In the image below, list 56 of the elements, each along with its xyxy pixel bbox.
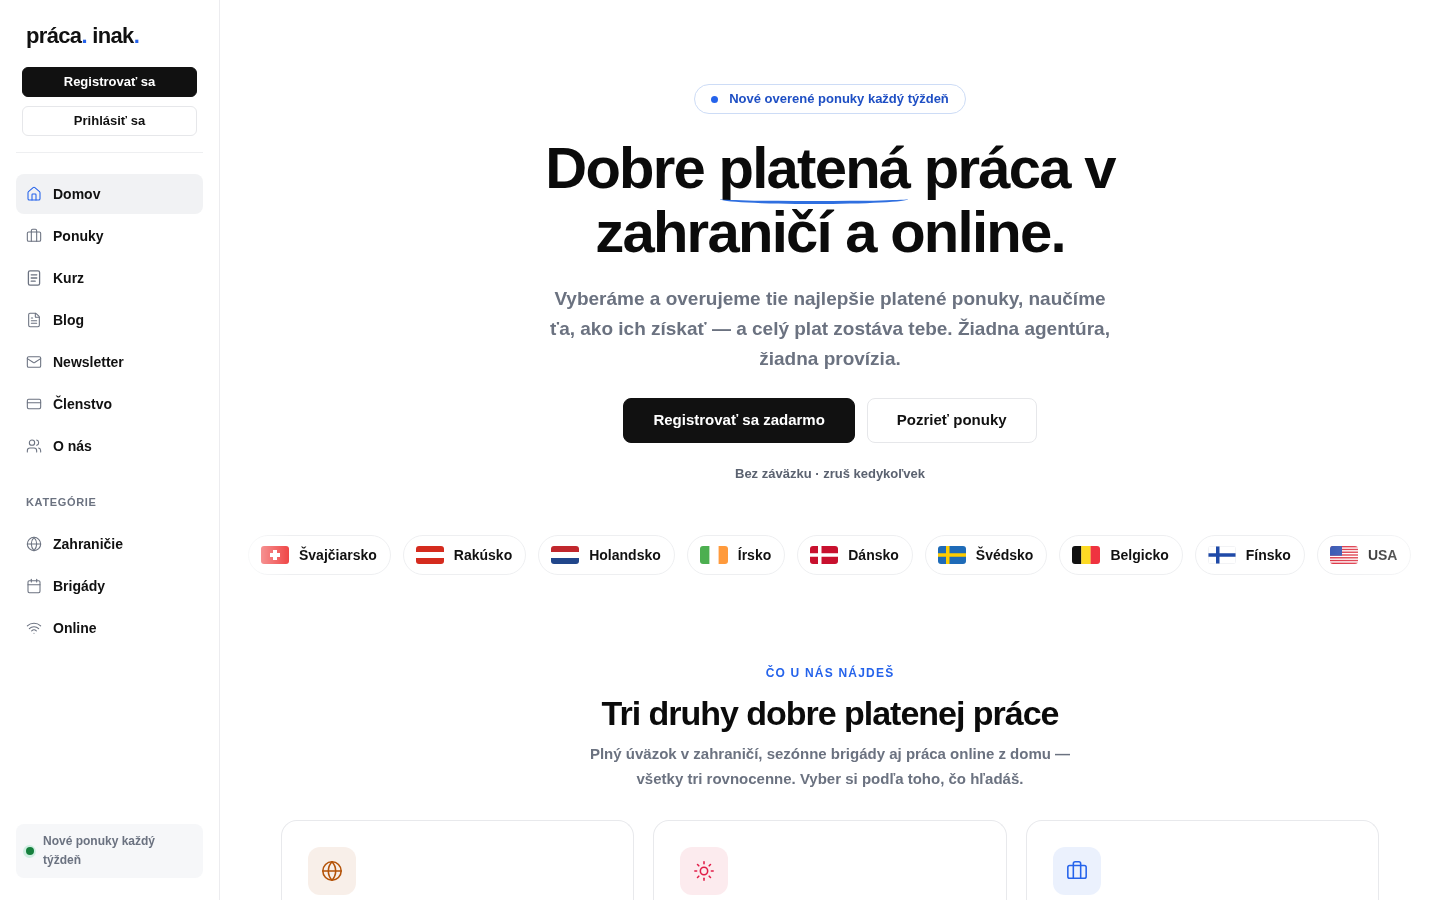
hero-note: Bez záväzku · zruš kedykoľvek bbox=[735, 465, 925, 483]
flag-icon bbox=[937, 546, 966, 564]
flag-icon bbox=[810, 546, 839, 564]
flag-icon bbox=[1072, 546, 1101, 564]
country-chip[interactable]: Švédsko bbox=[924, 535, 1048, 575]
flag-icon bbox=[1329, 546, 1358, 564]
home-icon bbox=[26, 186, 42, 202]
register-button[interactable]: Registrovať sa bbox=[22, 67, 197, 97]
view-offers-button[interactable]: Pozrieť ponuky bbox=[866, 398, 1037, 443]
nav-item[interactable]: Ponuky bbox=[16, 216, 203, 256]
calendar-icon bbox=[26, 578, 42, 594]
nav-item[interactable]: Brigády bbox=[16, 566, 203, 606]
nav-item[interactable]: Blog bbox=[16, 300, 203, 340]
country-chip[interactable]: Rakúsko bbox=[402, 535, 527, 575]
nav-item[interactable]: Členstvo bbox=[16, 384, 203, 424]
notepad-icon bbox=[26, 270, 42, 286]
section-title: Tri druhy dobre platenej práce bbox=[601, 693, 1059, 733]
wifi-icon bbox=[26, 620, 42, 636]
country-chip[interactable]: Írsko bbox=[686, 535, 786, 575]
nav-item[interactable]: Newsletter bbox=[16, 342, 203, 382]
badge-text: Nové overené ponuky každý týždeň bbox=[729, 90, 949, 109]
country-chip[interactable]: Dánsko bbox=[797, 535, 913, 575]
mail-icon bbox=[26, 354, 42, 370]
flag-icon bbox=[261, 546, 289, 564]
briefcase-icon bbox=[26, 228, 42, 244]
nav-item[interactable]: Domov bbox=[16, 174, 203, 214]
flag-icon bbox=[1207, 546, 1236, 564]
register-button[interactable]: Registrovať sa zadarmo bbox=[623, 398, 855, 443]
nav-item[interactable]: Zahraničie bbox=[16, 524, 203, 564]
country-chip[interactable]: USA bbox=[1316, 535, 1412, 575]
globe-icon bbox=[26, 536, 42, 552]
flag-icon bbox=[699, 546, 728, 564]
nav-item[interactable]: Kurz bbox=[16, 258, 203, 298]
section-label: KATEGÓRIE bbox=[25, 495, 97, 510]
country-chip[interactable]: Švajčiarsko bbox=[248, 535, 391, 575]
flag-icon bbox=[551, 546, 580, 564]
file-icon bbox=[26, 312, 42, 328]
login-button[interactable]: Prihlásiť sa bbox=[22, 106, 197, 136]
notice-text: Nové ponuky každý týždeň bbox=[43, 833, 157, 869]
section-eyebrow: ČO U NÁS NÁJDEŠ bbox=[765, 665, 895, 681]
nav-item[interactable]: Online bbox=[16, 608, 203, 648]
section-subtitle: Plný úväzok v zahraničí, sezónne brigády aj práca online z domu — všetky tri rovnocenne. Vyber si podľa toho, čo hľadáš. bbox=[588, 744, 1072, 789]
country-chip[interactable]: Belgicko bbox=[1059, 535, 1183, 575]
people-icon bbox=[26, 438, 42, 454]
logo[interactable]: práca. inak. bbox=[16, 22, 140, 50]
nav-item[interactable]: O nás bbox=[16, 426, 203, 466]
card-icon bbox=[26, 396, 42, 412]
feature-card[interactable] bbox=[653, 820, 1007, 900]
feature-card[interactable] bbox=[280, 820, 635, 900]
status-dot-icon bbox=[23, 844, 36, 858]
headline: Dobre platená práca v zahraničí a online. bbox=[544, 136, 1117, 264]
hero-subtitle: Vyberáme a overujeme tie najlepšie platené ponuky, naučíme ťa, ako ich získať — a celý plat zostáva tebe. Žiadna agentúra, žiadna provízia. bbox=[550, 287, 1110, 371]
feature-card[interactable] bbox=[1025, 820, 1380, 900]
flag-icon bbox=[415, 546, 444, 564]
country-chip[interactable]: Fínsko bbox=[1194, 535, 1305, 575]
country-chip[interactable]: Holandsko bbox=[538, 535, 675, 575]
